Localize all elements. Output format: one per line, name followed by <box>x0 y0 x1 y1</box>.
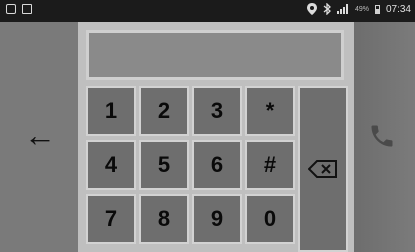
call-panel[interactable] <box>354 22 415 252</box>
key-1[interactable]: 1 <box>86 86 136 136</box>
location-icon <box>306 3 317 15</box>
battery-percent: 49% <box>354 5 369 13</box>
key-7[interactable]: 7 <box>86 194 136 244</box>
key-8[interactable]: 8 <box>139 194 189 244</box>
key-3[interactable]: 3 <box>192 86 242 136</box>
bluetooth-icon <box>323 3 331 15</box>
left-arrow-icon[interactable]: ← <box>22 119 58 151</box>
backspace-icon <box>308 160 337 178</box>
message-icon <box>22 4 32 14</box>
status-bar-right: 49% 07:34 <box>306 3 411 15</box>
key-9[interactable]: 9 <box>192 194 242 244</box>
status-time: 07:34 <box>385 3 411 15</box>
key-4[interactable]: 4 <box>86 140 136 190</box>
key-star[interactable]: * <box>245 86 295 136</box>
image-icon <box>6 4 16 14</box>
signal-icon <box>336 4 348 14</box>
key-2[interactable]: 2 <box>139 86 189 136</box>
number-display[interactable] <box>86 30 344 80</box>
status-bar: 49% 07:34 <box>0 0 415 22</box>
key-hash[interactable]: # <box>245 140 295 190</box>
phone-icon[interactable] <box>368 122 396 150</box>
key-5[interactable]: 5 <box>139 140 189 190</box>
battery-icon <box>374 4 380 14</box>
key-0[interactable]: 0 <box>245 194 295 244</box>
key-6[interactable]: 6 <box>192 140 242 190</box>
back-panel[interactable]: ← <box>0 22 78 252</box>
delete-button[interactable] <box>298 86 348 252</box>
status-bar-left <box>6 4 32 14</box>
